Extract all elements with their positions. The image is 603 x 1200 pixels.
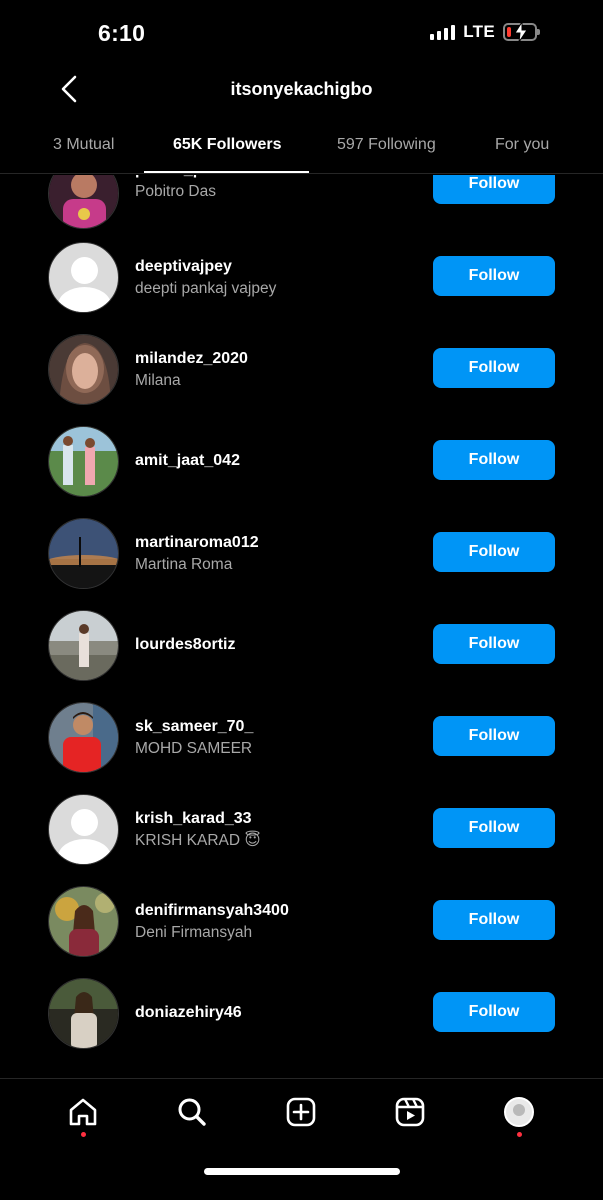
full-name: deepti pankaj vajpey (135, 280, 277, 297)
battery-level (507, 27, 511, 37)
username[interactable]: denifirmansyah3400 (135, 901, 415, 921)
follow-button[interactable]: Follow (433, 808, 555, 848)
list-item[interactable]: lourdes8ortiz Follow (0, 608, 603, 700)
list-item[interactable]: denifirmansyah3400 Deni Firmansyah Follo… (0, 884, 603, 976)
page-title: itsonyekachigbo (230, 79, 373, 99)
follow-button[interactable]: Follow (433, 256, 555, 296)
avatar[interactable] (48, 426, 119, 497)
username[interactable]: amit_jaat_042 (135, 451, 415, 471)
active-tab-indicator (144, 171, 309, 173)
username[interactable]: krish_karad_33 (135, 809, 415, 829)
full-name: MOHD SAMEER (135, 740, 253, 757)
list-item[interactable]: deeptivajpey deepti pankaj vajpey Follow (0, 240, 603, 332)
username[interactable]: milandez_2020 (135, 349, 415, 369)
username[interactable]: martinaroma012 (135, 533, 415, 553)
full-name: Martina Roma (135, 556, 233, 573)
followers-list[interactable]: pobito_pro Pobitro Das Follow deeptivajp… (0, 175, 603, 1077)
profile-avatar-icon (504, 1097, 534, 1127)
reels-icon (395, 1097, 425, 1127)
status-indicators: LTE (430, 22, 540, 42)
tab-mutual[interactable]: 3 Mutual (53, 136, 114, 154)
avatar[interactable] (48, 978, 119, 1049)
tab-following[interactable]: 597 Following (337, 136, 436, 154)
full-name: KRISH KARAD 😇 (135, 832, 261, 849)
cellular-signal-icon (430, 24, 456, 40)
avatar[interactable] (48, 175, 119, 229)
profile-header: itsonyekachigbo (0, 66, 603, 116)
follow-button[interactable]: Follow (433, 175, 555, 204)
follow-button[interactable]: Follow (433, 900, 555, 940)
status-bar: 6:10 LTE (0, 0, 603, 66)
status-time: 6:10 (98, 20, 146, 46)
username[interactable]: doniazehiry46 (135, 1003, 415, 1023)
list-item[interactable]: martinaroma012 Martina Roma Follow (0, 516, 603, 608)
username[interactable]: pobito_pro (135, 175, 415, 180)
profile-notification-dot (517, 1132, 522, 1137)
battery-icon (503, 22, 540, 42)
avatar[interactable] (48, 610, 119, 681)
list-item[interactable]: milandez_2020 Milana Follow (0, 332, 603, 424)
nav-home[interactable] (63, 1092, 103, 1132)
username[interactable]: sk_sameer_70_ (135, 717, 415, 737)
full-name: Deni Firmansyah (135, 924, 253, 941)
follow-button[interactable]: Follow (433, 992, 555, 1032)
nav-search[interactable] (172, 1092, 212, 1132)
follow-button[interactable]: Follow (433, 440, 555, 480)
username[interactable]: lourdes8ortiz (135, 635, 415, 655)
follow-button[interactable]: Follow (433, 348, 555, 388)
avatar[interactable] (48, 518, 119, 589)
avatar[interactable] (48, 334, 119, 405)
tab-followers[interactable]: 65K Followers (173, 136, 281, 154)
network-type: LTE (463, 22, 495, 41)
list-item[interactable]: krish_karad_33 KRISH KARAD 😇 Follow (0, 792, 603, 884)
nav-profile[interactable] (499, 1092, 539, 1132)
list-item[interactable]: amit_jaat_042 Follow (0, 424, 603, 516)
avatar[interactable] (48, 794, 119, 865)
follow-button[interactable]: Follow (433, 532, 555, 572)
search-icon (178, 1098, 206, 1126)
username[interactable]: deeptivajpey (135, 257, 415, 277)
tab-for-you[interactable]: For you (495, 136, 549, 154)
create-post-icon (286, 1097, 316, 1127)
list-item[interactable]: pobito_pro Pobitro Das Follow (0, 175, 603, 240)
list-item[interactable]: doniazehiry46 Follow (0, 976, 603, 1068)
followers-screen: 6:10 LTE itsonyekachigbo 3 Mutual 65K Fo… (0, 0, 603, 1200)
follow-button[interactable]: Follow (433, 716, 555, 756)
home-notification-dot (81, 1132, 86, 1137)
nav-reels[interactable] (390, 1092, 430, 1132)
full-name: Pobitro Das (135, 183, 216, 200)
avatar[interactable] (48, 702, 119, 773)
charging-bolt-icon (514, 22, 528, 42)
full-name: Milana (135, 372, 181, 389)
nav-create[interactable] (281, 1092, 321, 1132)
home-icon (69, 1098, 97, 1126)
list-item[interactable]: sk_sameer_70_ MOHD SAMEER Follow (0, 700, 603, 792)
avatar[interactable] (48, 886, 119, 957)
connections-tabs: 3 Mutual 65K Followers 597 Following For… (0, 120, 603, 174)
home-indicator[interactable] (204, 1168, 400, 1175)
follow-button[interactable]: Follow (433, 624, 555, 664)
avatar[interactable] (48, 242, 119, 313)
